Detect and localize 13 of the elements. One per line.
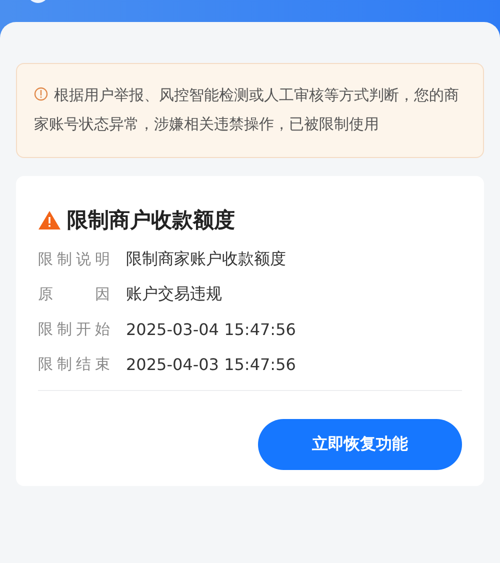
field-value: 2025-04-03 15:47:56 [126, 355, 296, 374]
card-title: 限制商户收款额度 [67, 207, 235, 234]
field-label: 限制开始 [38, 320, 110, 339]
notice-text: 根据用户举报、风控智能检测或人工审核等方式判断，您的商家账号状态异常，涉嫌相关违禁操作，已被限制使用 [34, 85, 460, 135]
warning-icon [38, 210, 61, 230]
field-value: 2025-03-04 15:47:56 [126, 320, 296, 339]
info-icon [34, 87, 48, 101]
field-value: 限制商家账户收款额度 [126, 249, 286, 270]
field-label: 限制结束 [38, 355, 110, 374]
field-label: 原因 [38, 285, 110, 304]
field-label: 限制说明 [38, 250, 110, 269]
field-value: 账户交易违规 [126, 284, 222, 305]
restore-button[interactable]: 立即恢复功能 [258, 419, 462, 470]
